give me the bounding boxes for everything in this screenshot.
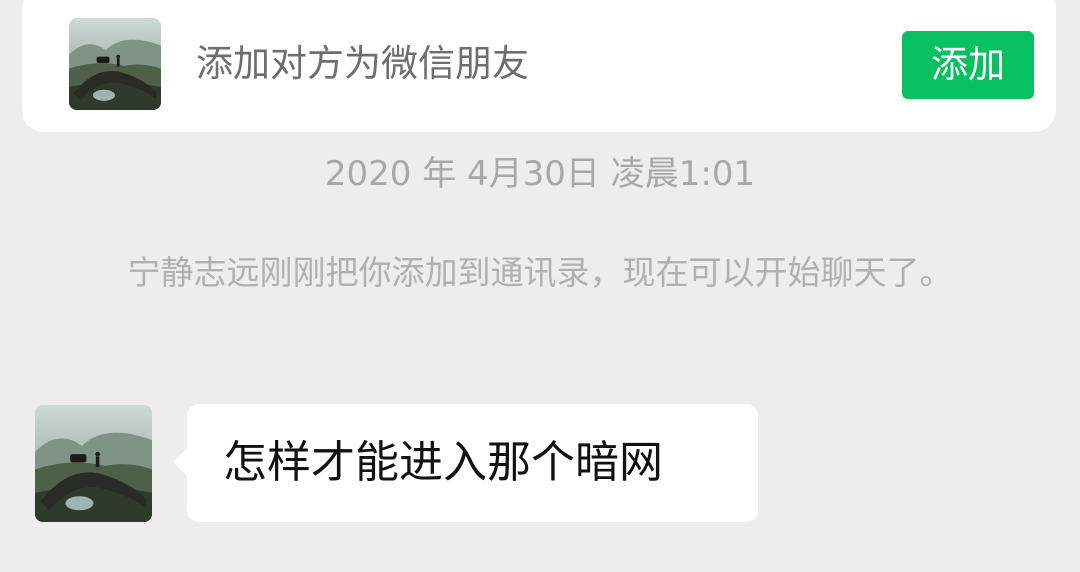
add-friend-prompt: 添加对方为微信朋友 <box>196 42 529 85</box>
contact-avatar[interactable] <box>69 18 161 110</box>
add-friend-banner: 添加对方为微信朋友 添加 <box>22 0 1056 132</box>
message-bubble[interactable]: 怎样才能进入那个暗网 <box>173 404 758 522</box>
add-friend-button[interactable]: 添加 <box>902 31 1034 99</box>
landscape-bridge-avatar-icon <box>35 405 152 522</box>
sender-avatar[interactable] <box>35 405 152 522</box>
message-text: 怎样才能进入那个暗网 <box>223 437 663 488</box>
system-notice: 宁静志远刚刚把你添加到通讯录，现在可以开始聊天了。 <box>127 253 953 292</box>
landscape-bridge-avatar-icon <box>69 18 161 110</box>
bubble-tail <box>173 448 187 476</box>
message-timestamp: 2020 年 4月30日 凌晨1:01 <box>324 154 756 194</box>
